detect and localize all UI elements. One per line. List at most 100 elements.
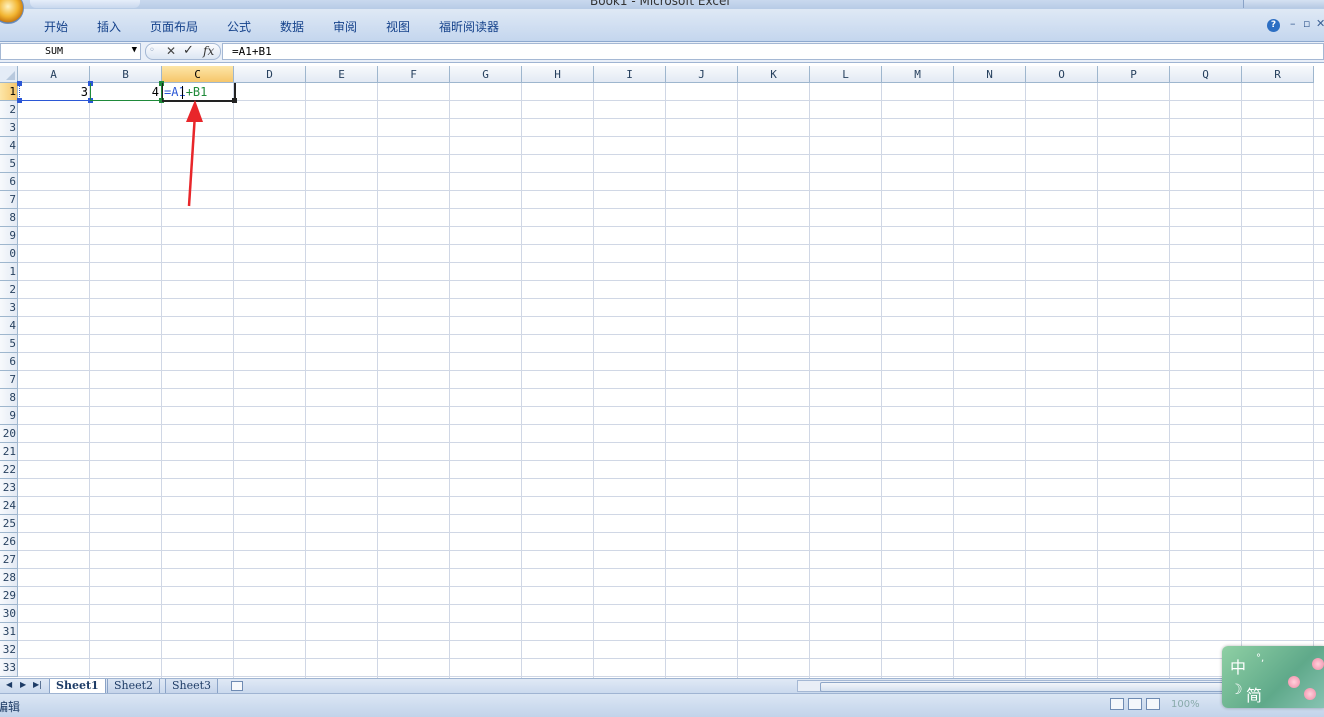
row-header[interactable]: 2 bbox=[0, 101, 18, 119]
column-header-l[interactable]: L bbox=[810, 66, 882, 83]
normal-view-icon[interactable] bbox=[1110, 698, 1124, 710]
ime-punctuation[interactable]: °, bbox=[1256, 653, 1264, 664]
column-header-c[interactable]: C bbox=[162, 66, 234, 83]
row-header[interactable]: 6 bbox=[0, 353, 18, 371]
tab-data[interactable]: 数据 bbox=[280, 18, 304, 35]
row-header[interactable]: 1 bbox=[0, 83, 18, 101]
grid-row-line bbox=[18, 208, 1324, 209]
ref-a1-handle-tl[interactable] bbox=[17, 81, 22, 86]
column-header-d[interactable]: D bbox=[234, 66, 306, 83]
sheet-tab-sheet2[interactable]: Sheet2 bbox=[107, 679, 161, 694]
quick-access-toolbar[interactable] bbox=[30, 0, 140, 8]
tab-formulas[interactable]: 公式 bbox=[227, 18, 251, 35]
column-header-a[interactable]: A bbox=[18, 66, 90, 83]
grip-icon[interactable]: ◦ bbox=[149, 45, 155, 56]
row-header[interactable]: 20 bbox=[0, 425, 18, 443]
formula-input[interactable]: =A1+B1 bbox=[222, 43, 1324, 60]
tab-view[interactable]: 视图 bbox=[386, 18, 410, 35]
tab-page-layout[interactable]: 页面布局 bbox=[150, 18, 198, 35]
column-header-q[interactable]: Q bbox=[1170, 66, 1242, 83]
column-header-h[interactable]: H bbox=[522, 66, 594, 83]
row-header[interactable]: 25 bbox=[0, 515, 18, 533]
last-sheet-icon[interactable]: ▶| bbox=[33, 680, 42, 689]
row-header[interactable]: 0 bbox=[0, 245, 18, 263]
column-header-p[interactable]: P bbox=[1098, 66, 1170, 83]
chevron-down-icon[interactable]: ▼ bbox=[132, 45, 137, 55]
row-header[interactable]: 22 bbox=[0, 461, 18, 479]
grid-row-line bbox=[18, 172, 1324, 173]
tab-home[interactable]: 开始 bbox=[44, 18, 68, 35]
column-header-j[interactable]: J bbox=[666, 66, 738, 83]
row-header[interactable]: 33 bbox=[0, 659, 18, 677]
row-header[interactable]: 26 bbox=[0, 533, 18, 551]
grid-row-line bbox=[18, 388, 1324, 389]
row-header[interactable]: 8 bbox=[0, 389, 18, 407]
enter-check-icon[interactable]: ✓ bbox=[183, 43, 194, 58]
sheet-tab-sheet1[interactable]: Sheet1 bbox=[49, 679, 106, 694]
ime-language[interactable]: 中 bbox=[1230, 654, 1246, 678]
row-header[interactable]: 24 bbox=[0, 497, 18, 515]
row-header[interactable]: 2 bbox=[0, 281, 18, 299]
grid-row-line bbox=[18, 442, 1324, 443]
sheet-tab-sheet3[interactable]: Sheet3 bbox=[165, 679, 219, 694]
column-header-e[interactable]: E bbox=[306, 66, 378, 83]
ref-a1-handle-bl[interactable] bbox=[17, 98, 22, 103]
page-layout-view-icon[interactable] bbox=[1128, 698, 1142, 710]
column-header-k[interactable]: K bbox=[738, 66, 810, 83]
row-header[interactable]: 3 bbox=[0, 119, 18, 137]
row-header[interactable]: 28 bbox=[0, 569, 18, 587]
row-header[interactable]: 27 bbox=[0, 551, 18, 569]
ime-script[interactable]: 简 bbox=[1246, 682, 1262, 706]
row-header[interactable]: 23 bbox=[0, 479, 18, 497]
column-header-r[interactable]: R bbox=[1242, 66, 1314, 83]
row-header[interactable]: 32 bbox=[0, 641, 18, 659]
help-icon[interactable]: ? bbox=[1267, 19, 1280, 32]
window-controls[interactable] bbox=[1243, 0, 1324, 8]
status-bar: 编辑 100% bbox=[0, 693, 1324, 717]
column-header-m[interactable]: M bbox=[882, 66, 954, 83]
restore-workbook-icon[interactable]: ▫ bbox=[1303, 17, 1310, 30]
insert-function-icon[interactable]: fx bbox=[203, 44, 214, 58]
row-header[interactable]: 7 bbox=[0, 371, 18, 389]
minimize-ribbon-icon[interactable]: – bbox=[1290, 17, 1296, 30]
row-header[interactable]: 9 bbox=[0, 227, 18, 245]
name-box-value: SUM bbox=[45, 46, 64, 57]
worksheet-grid[interactable]: ABCDEFGHIJKLMNOPQR 1 2 3 4 5 6 7 8 9 0 1 2 3 4 5 6 7 8 9 20… bbox=[0, 66, 1324, 678]
column-header-i[interactable]: I bbox=[594, 66, 666, 83]
name-box[interactable]: SUM ▼ bbox=[0, 43, 141, 60]
insert-sheet-icon[interactable] bbox=[231, 681, 243, 691]
row-header[interactable]: 4 bbox=[0, 317, 18, 335]
tab-foxit-reader[interactable]: 福昕阅读器 bbox=[439, 18, 499, 35]
page-break-view-icon[interactable] bbox=[1146, 698, 1160, 710]
moon-icon[interactable]: ☽ bbox=[1230, 682, 1243, 698]
column-header-g[interactable]: G bbox=[450, 66, 522, 83]
first-sheet-icon[interactable]: ◀ bbox=[6, 680, 12, 689]
row-header[interactable]: 5 bbox=[0, 155, 18, 173]
cancel-icon[interactable]: ✕ bbox=[166, 44, 176, 58]
select-all-button[interactable] bbox=[0, 66, 18, 83]
row-header[interactable]: 30 bbox=[0, 605, 18, 623]
column-header-b[interactable]: B bbox=[90, 66, 162, 83]
row-header[interactable]: 1 bbox=[0, 263, 18, 281]
zoom-level[interactable]: 100% bbox=[1171, 699, 1200, 710]
column-header-f[interactable]: F bbox=[378, 66, 450, 83]
tab-insert[interactable]: 插入 bbox=[97, 18, 121, 35]
row-header[interactable]: 9 bbox=[0, 407, 18, 425]
row-header[interactable]: 4 bbox=[0, 137, 18, 155]
fill-handle[interactable] bbox=[232, 98, 237, 103]
row-header[interactable]: 8 bbox=[0, 209, 18, 227]
tab-review[interactable]: 审阅 bbox=[333, 18, 357, 35]
grid-row-line bbox=[18, 352, 1324, 353]
row-header[interactable]: 29 bbox=[0, 587, 18, 605]
close-workbook-icon[interactable]: ✕ bbox=[1316, 17, 1324, 30]
row-header[interactable]: 31 bbox=[0, 623, 18, 641]
row-header[interactable]: 3 bbox=[0, 299, 18, 317]
row-header[interactable]: 6 bbox=[0, 173, 18, 191]
row-header[interactable]: 5 bbox=[0, 335, 18, 353]
prev-sheet-icon[interactable]: ▶ bbox=[20, 680, 26, 689]
column-header-n[interactable]: N bbox=[954, 66, 1026, 83]
row-header[interactable]: 21 bbox=[0, 443, 18, 461]
row-header[interactable]: 7 bbox=[0, 191, 18, 209]
column-header-o[interactable]: O bbox=[1026, 66, 1098, 83]
ime-toolbar[interactable]: 中 °, ☽ 简 bbox=[1222, 646, 1324, 708]
